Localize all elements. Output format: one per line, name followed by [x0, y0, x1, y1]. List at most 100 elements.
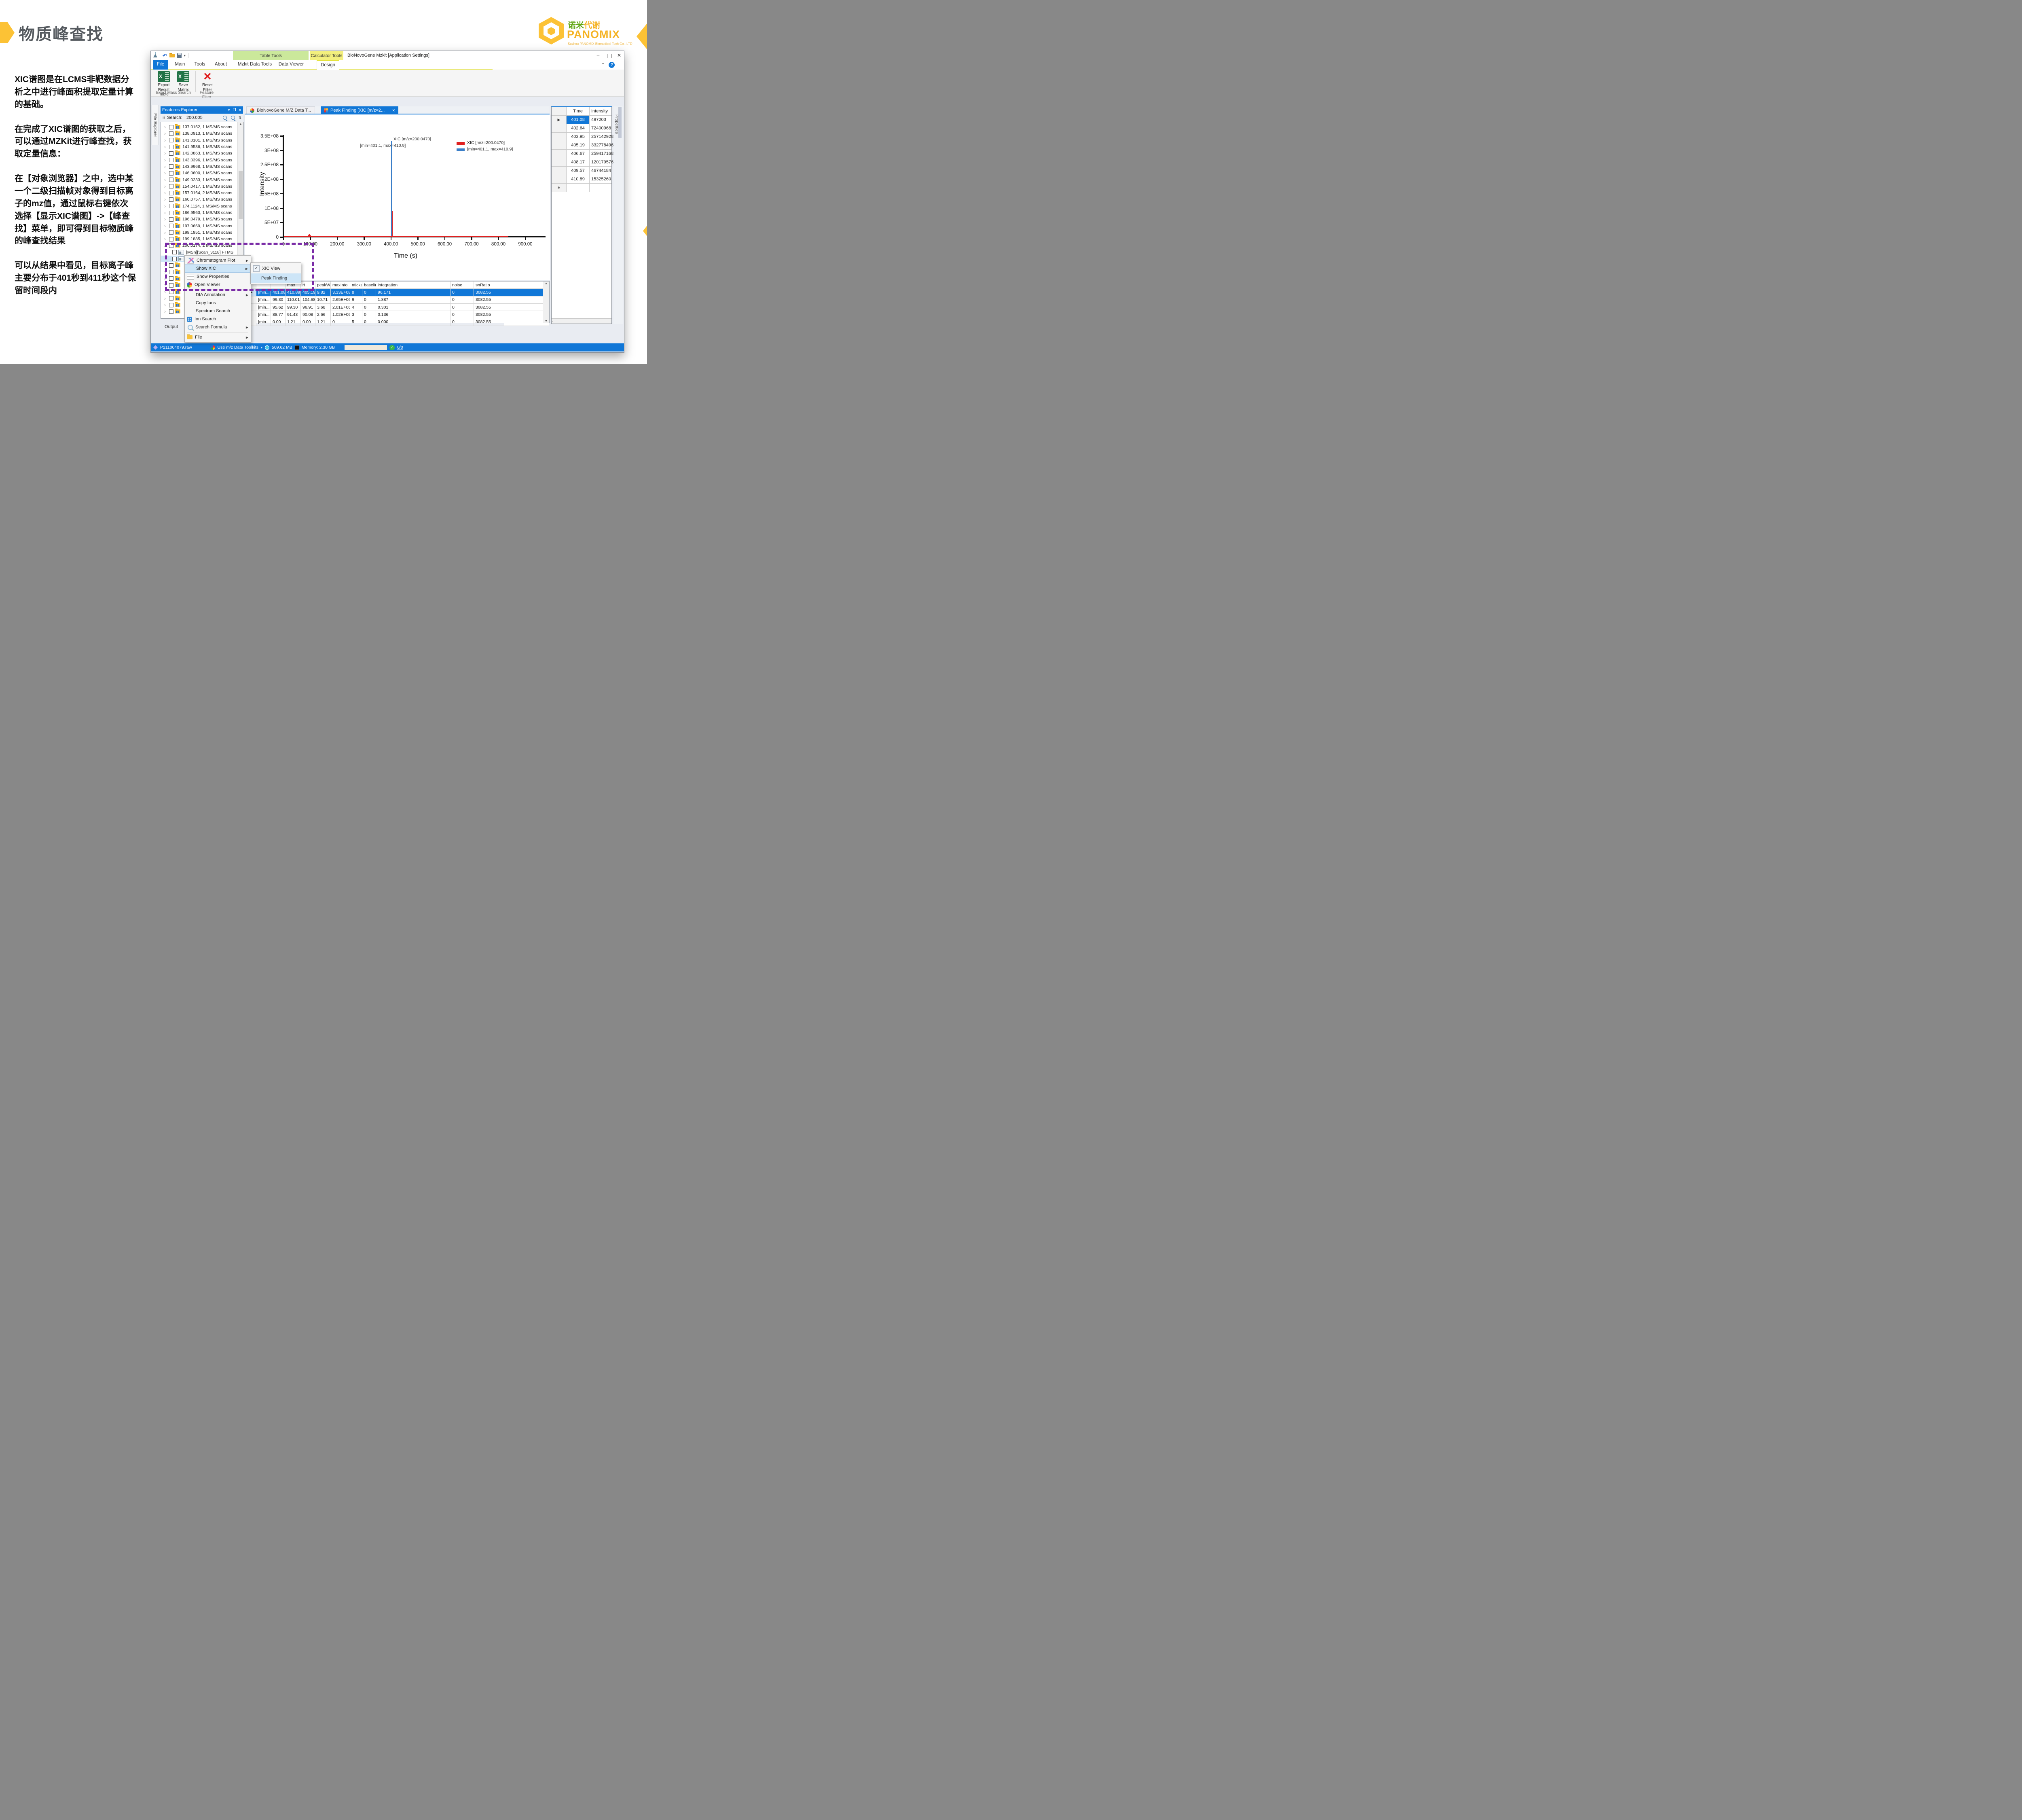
save-icon[interactable]	[177, 53, 182, 58]
expander-icon[interactable]: ›	[164, 131, 168, 136]
tree-item[interactable]: › 196.0479, 1 MS/MS scans	[161, 216, 243, 222]
panel-close-icon[interactable]: ✕	[238, 108, 241, 112]
save-matrix-button[interactable]: Save Matrix	[174, 71, 192, 92]
expander-icon[interactable]: ›	[164, 203, 168, 209]
sidebar-tab-file-explorer[interactable]: File Explorer	[152, 105, 159, 145]
flask-icon[interactable]	[153, 54, 157, 57]
expander-icon[interactable]: ›	[164, 210, 168, 216]
properties-scroll-indicator[interactable]	[618, 107, 622, 138]
checkbox[interactable]	[169, 237, 173, 241]
checkbox[interactable]	[169, 303, 173, 307]
expander-icon[interactable]: ›	[164, 150, 168, 156]
checkbox[interactable]	[169, 217, 173, 222]
doc-tab-data-table[interactable]: BioNovoGene M/Z Data T...	[246, 106, 315, 114]
collapse-all-icon[interactable]: ⇅	[238, 116, 241, 120]
checkbox[interactable]	[169, 191, 173, 195]
expander-icon[interactable]: ›	[164, 216, 168, 222]
doc-tab-close-icon[interactable]: ✕	[392, 108, 395, 113]
checkbox[interactable]	[169, 224, 173, 228]
minimize-button[interactable]: –	[594, 52, 602, 59]
checkbox[interactable]	[169, 171, 173, 176]
status-toolkit[interactable]: Use m/z Data Toolkits	[218, 345, 258, 350]
table-row[interactable]: ▶ 401.08 497203	[552, 116, 611, 124]
undo-icon[interactable]: ↶	[163, 54, 167, 58]
checkbox[interactable]	[169, 230, 173, 235]
menu-item-copy-ions[interactable]: Copy Ions	[185, 299, 251, 307]
table-row[interactable]: ▶ 410.89 15325260	[552, 175, 611, 184]
expander-icon[interactable]: ›	[164, 124, 168, 130]
panel-dropdown-icon[interactable]: ▾	[228, 108, 230, 112]
collapse-ribbon-icon[interactable]: ⌃	[601, 63, 605, 67]
checkbox[interactable]	[169, 204, 173, 208]
toolkit-dropdown-icon[interactable]: ▾	[261, 346, 262, 349]
qat-dropdown-icon[interactable]: ▾	[184, 54, 186, 57]
checkbox[interactable]	[169, 178, 173, 182]
expander-icon[interactable]: ›	[164, 309, 168, 314]
tree-item[interactable]: › 138.0913, 1 MS/MS scans	[161, 130, 243, 137]
tree-item[interactable]: › 149.0233, 1 MS/MS scans	[161, 176, 243, 183]
doc-tab-peak-finding[interactable]: Peak Finding [XIC [m/z=2... ✕	[321, 106, 398, 114]
tree-item[interactable]: › 186.9563, 1 MS/MS scans	[161, 210, 243, 216]
menu-item-dia-annotation[interactable]: DIA Annotation ▶	[185, 291, 251, 299]
expander-icon[interactable]: ›	[164, 157, 168, 163]
expander-icon[interactable]: ›	[164, 302, 168, 308]
tree-item[interactable]: › 146.0600, 1 MS/MS scans	[161, 170, 243, 176]
help-icon[interactable]: ?	[609, 62, 615, 68]
maximize-button[interactable]	[607, 54, 611, 58]
tree-item[interactable]: › 198.1851, 1 MS/MS scans	[161, 229, 243, 236]
expander-icon[interactable]: ›	[164, 223, 168, 229]
table-row[interactable]: ▶ 408.17 120179576	[552, 158, 611, 167]
search-icon[interactable]	[223, 116, 227, 120]
search-input[interactable]: 200.005	[186, 115, 223, 120]
expander-icon[interactable]: ›	[164, 144, 168, 150]
menu-item-ion-search[interactable]: Ion Search	[185, 315, 251, 323]
search-options-icon[interactable]	[231, 116, 235, 120]
table-row[interactable]: ▶ 402.64 72400968	[552, 124, 611, 133]
status-file-name[interactable]: P211004079.raw	[160, 345, 192, 350]
tree-item[interactable]: › 174.1124, 1 MS/MS scans	[161, 203, 243, 210]
expander-icon[interactable]: ›	[164, 177, 168, 183]
tab-design[interactable]: Design	[317, 60, 339, 70]
table-row[interactable]: ▶ 405.19 332778496	[552, 141, 611, 150]
tab-file[interactable]: File	[153, 60, 168, 70]
checkbox[interactable]	[169, 151, 173, 156]
tree-item[interactable]: › 199.1885, 1 MS/MS scans	[161, 236, 243, 242]
checkbox[interactable]	[169, 211, 173, 215]
expander-icon[interactable]: ›	[164, 170, 168, 176]
tree-item[interactable]: › 141.0101, 1 MS/MS scans	[161, 137, 243, 144]
tree-item[interactable]: › 154.0417, 1 MS/MS scans	[161, 183, 243, 190]
menu-item-search-formula[interactable]: Search Formula ▶	[185, 323, 251, 331]
close-button[interactable]: ✕	[615, 52, 623, 59]
expander-icon[interactable]: ›	[164, 296, 168, 301]
open-folder-icon[interactable]	[169, 54, 175, 57]
checkbox[interactable]	[169, 145, 173, 149]
status-counter[interactable]: 0/0	[397, 345, 403, 350]
menu-item-spectrum-search[interactable]: Spectrum Search	[185, 307, 251, 315]
tab-data-viewer[interactable]: Data Viewer	[278, 60, 305, 69]
tree-item[interactable]: › 141.9586, 1 MS/MS scans	[161, 144, 243, 150]
checkbox[interactable]	[169, 125, 173, 129]
checkbox[interactable]	[169, 184, 173, 188]
table-row[interactable]: ▶ 403.95 257142928	[552, 133, 611, 141]
tree-item[interactable]: › 143.0396, 1 MS/MS scans	[161, 157, 243, 163]
expander-icon[interactable]: ›	[164, 184, 168, 189]
tab-mzkit-data-tools[interactable]: Mzkit Data Tools	[237, 60, 273, 69]
table-row[interactable]: ▶ [min... 0.00 1.21 0.00 1.21 0 5 0 0.00…	[245, 318, 549, 326]
tab-tools[interactable]: Tools	[192, 60, 207, 69]
expander-icon[interactable]: ›	[164, 197, 168, 202]
expander-icon[interactable]: ›	[164, 190, 168, 196]
expander-icon[interactable]: ›	[164, 236, 168, 242]
expander-icon[interactable]: ›	[164, 164, 168, 169]
table-row[interactable]: ▶ 406.67 259417168	[552, 150, 611, 158]
tree-item[interactable]: › 143.9968, 1 MS/MS scans	[161, 163, 243, 170]
checkbox[interactable]	[169, 164, 173, 169]
new-row[interactable]: ✱	[552, 184, 611, 192]
checkbox[interactable]	[169, 309, 173, 314]
reset-filter-button[interactable]: ✕ Reset Filter	[199, 71, 216, 92]
menu-item-file[interactable]: File ▶	[185, 333, 251, 341]
checkbox[interactable]	[169, 197, 173, 202]
tree-item[interactable]: › 137.0152, 1 MS/MS scans	[161, 124, 243, 130]
table-row[interactable]: ▶ [min... 99.30 110.01 104.68 10.71 2.65…	[245, 296, 549, 304]
expander-icon[interactable]: ›	[164, 138, 168, 143]
right-panel-hscrollbar[interactable]: ‹	[552, 318, 611, 324]
